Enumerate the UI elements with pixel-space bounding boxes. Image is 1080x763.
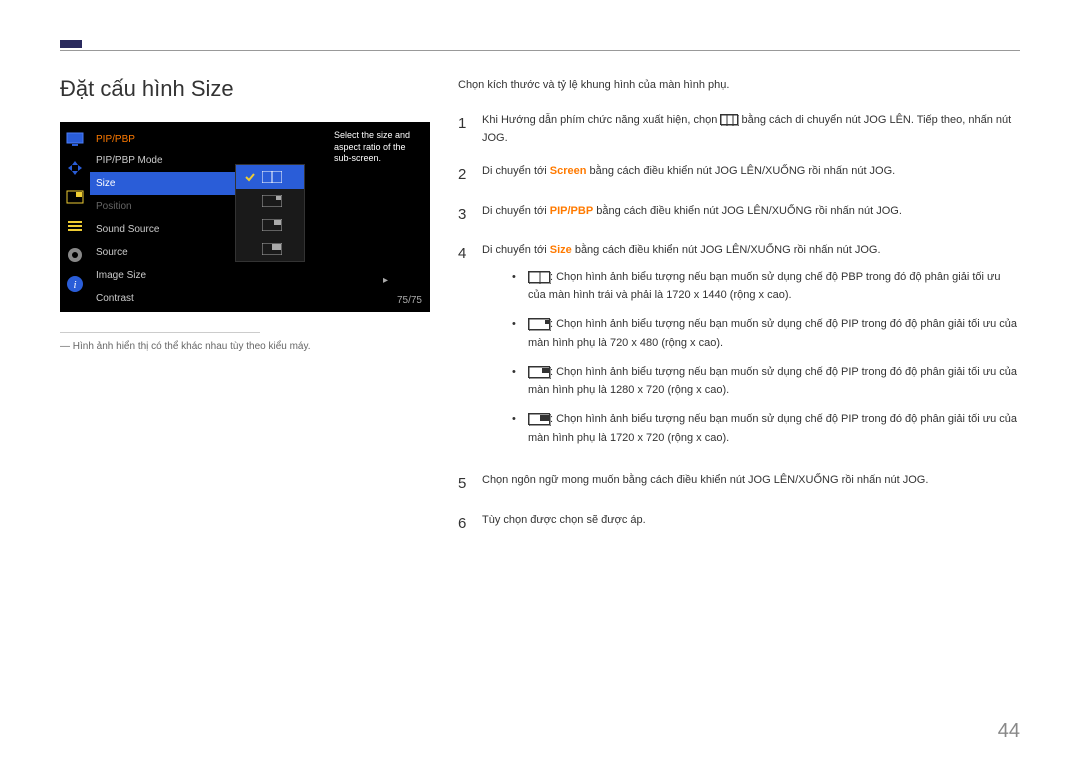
osd-menu-item: Contrast [90,287,235,310]
osd-menu-item-selected: Size [90,172,235,195]
bullet-item: • : Chọn hình ảnh biểu tượng nếu bạn muố… [512,410,1020,447]
step-6: 6 Tùy chọn được chọn sẽ được áp. [458,511,1020,537]
info-icon: i [66,275,84,293]
step-number: 6 [458,511,470,537]
osd-option [236,213,304,237]
osd-screenshot: i PIP/PBP PIP/PBP Mode Size Position Sou… [60,122,430,312]
step-number: 3 [458,202,470,228]
step-5: 5 Chọn ngôn ngữ mong muốn bằng cách điều… [458,471,1020,497]
step-4: 4 Di chuyển tới Size bằng cách điều khiể… [458,241,1020,457]
bullet-item: • : Chọn hình ảnh biểu tượng nếu bạn muố… [512,363,1020,400]
step-number: 4 [458,241,470,457]
osd-option [236,237,304,261]
bullet-text: : Chọn hình ảnh biểu tượng nếu bạn muốn … [528,271,1000,302]
nav-arrows-icon [66,159,84,177]
step-text: Di chuyển tới [482,244,550,256]
bullet-text: : Chọn hình ảnh biểu tượng nếu bạn muốn … [528,413,1017,444]
osd-option [236,189,304,213]
step-text: Di chuyển tới [482,165,550,177]
step-2: 2 Di chuyển tới Screen bằng cách điều kh… [458,162,1020,188]
osd-menu-item: Position [90,195,235,218]
step-number: 2 [458,162,470,188]
highlight-label: PIP/PBP [550,205,593,217]
gear-icon [66,246,84,264]
page-title: Đặt cấu hình Size [60,76,430,102]
step-text: bằng cách điều khiển nút JOG LÊN/XUỐNG r… [572,244,881,256]
osd-menu-header: PIP/PBP [90,130,235,149]
pip-icon [66,188,84,206]
highlight-label: Screen [550,165,587,177]
pip-small-icon [528,318,550,330]
pbp-split-icon [528,271,550,283]
osd-menu-item: Sound Source [90,218,235,241]
pip-large-icon [528,413,550,425]
osd-menu-item: Source [90,241,235,264]
step-text: Tùy chọn được chọn sẽ được áp. [482,511,1020,537]
bullet-item: • : Chọn hình ảnh biểu tượng nếu bạn muố… [512,315,1020,352]
bullet-text: : Chọn hình ảnh biểu tượng nếu bạn muốn … [528,366,1017,397]
highlight-label: Size [550,244,572,256]
osd-menu-item: PIP/PBP Mode [90,149,235,172]
pip-medium-icon [528,366,550,378]
intro-text: Chọn kích thước và tỷ lệ khung hình của … [458,76,1020,95]
note-text: ― Hình ảnh hiển thị có thể khác nhau tùy… [60,341,430,352]
monitor-icon [66,130,84,148]
step-number: 5 [458,471,470,497]
settings-bars-icon [66,217,84,235]
step-1: 1 Khi Hướng dẫn phím chức năng xuất hiện… [458,111,1020,148]
svg-text:i: i [73,279,76,291]
step-text: bằng cách điều khiển nút JOG LÊN/XUỐNG r… [586,165,895,177]
osd-menu-item: Image Size [90,264,235,287]
osd-menu: PIP/PBP PIP/PBP Mode Size Position Sound… [90,122,235,312]
bullet-item: • : Chọn hình ảnh biểu tượng nếu bạn muố… [512,268,1020,305]
step-text: Khi Hướng dẫn phím chức năng xuất hiện, … [482,114,720,126]
step-number: 1 [458,111,470,148]
page-number: 44 [998,720,1020,743]
bullet-text: : Chọn hình ảnh biểu tượng nếu bạn muốn … [528,318,1017,349]
osd-option-selected [236,165,304,189]
osd-options-panel [235,164,305,262]
osd-sidebar-icons: i [60,122,90,312]
step-3: 3 Di chuyển tới PIP/PBP bằng cách điều k… [458,202,1020,228]
osd-page-indicator: 75/75 [397,295,422,306]
osd-tooltip: Select the size and aspect ratio of the … [334,130,424,165]
menu-grid-icon [720,114,738,125]
step-text: Chọn ngôn ngữ mong muốn bằng cách điều k… [482,471,1020,497]
step-text: bằng cách điều khiển nút JOG LÊN/XUỐNG r… [593,205,902,217]
step-text: Di chuyển tới [482,205,550,217]
